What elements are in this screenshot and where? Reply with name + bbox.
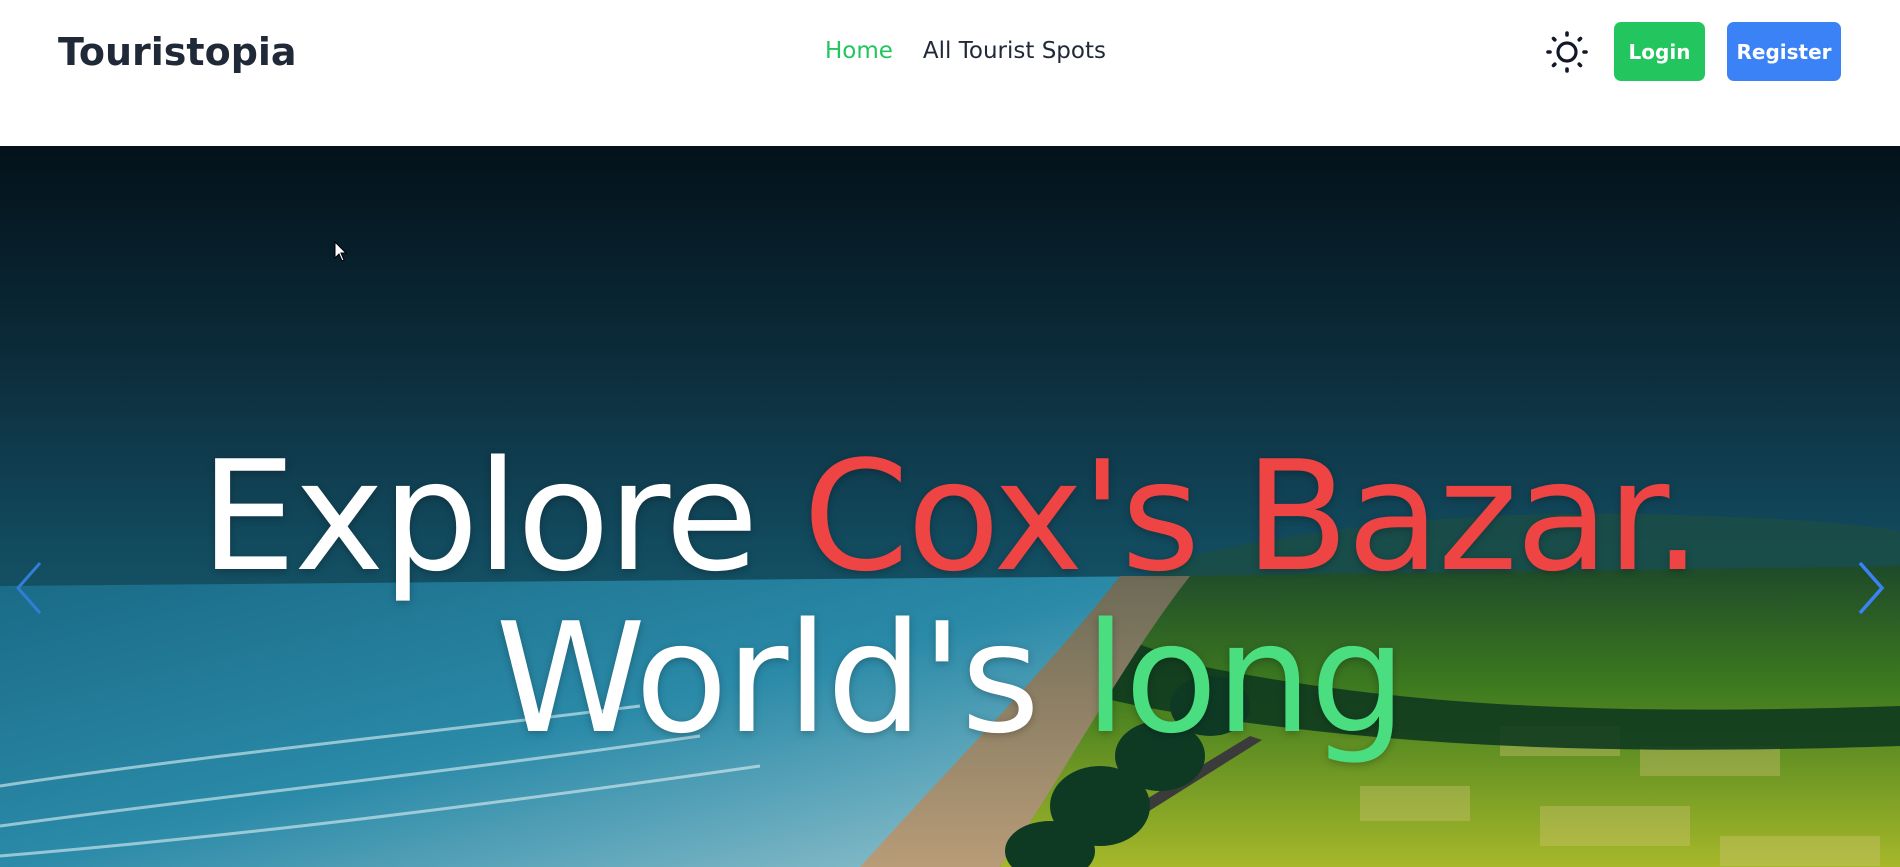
hero-carousel: Explore Cox's Bazar. World's long [0,146,1900,867]
page: Touristopia Home All Tourist Spots Login… [0,0,1900,867]
hero-title: Explore Cox's Bazar. World's long [0,436,1900,760]
hero-title-typewriter: long [1084,590,1406,767]
hero-title-line-1: Explore Cox's Bazar. [0,436,1900,598]
carousel-next-button[interactable] [1850,558,1890,618]
hero-title-destination: Cox's Bazar. [802,428,1702,605]
nav-link-home[interactable]: Home [825,38,893,64]
carousel-prev-button[interactable] [10,558,50,618]
navbar: Touristopia Home All Tourist Spots Login… [0,0,1900,146]
login-button[interactable]: Login [1614,22,1705,81]
brand-logo[interactable]: Touristopia [58,30,297,74]
nav-link-all-tourist-spots[interactable]: All Tourist Spots [923,38,1106,64]
hero-title-white-1: Explore [200,428,803,605]
mouse-cursor-icon [334,241,348,262]
register-button[interactable]: Register [1727,22,1841,81]
nav-links: Home All Tourist Spots [825,38,1106,64]
theme-toggle[interactable] [1545,30,1589,74]
hero-title-line-2: World's long [0,598,1900,760]
chevron-left-icon [16,562,42,614]
chevron-right-icon [1858,561,1885,615]
sun-icon [1546,31,1588,73]
hero-title-white-2: World's [495,590,1085,767]
